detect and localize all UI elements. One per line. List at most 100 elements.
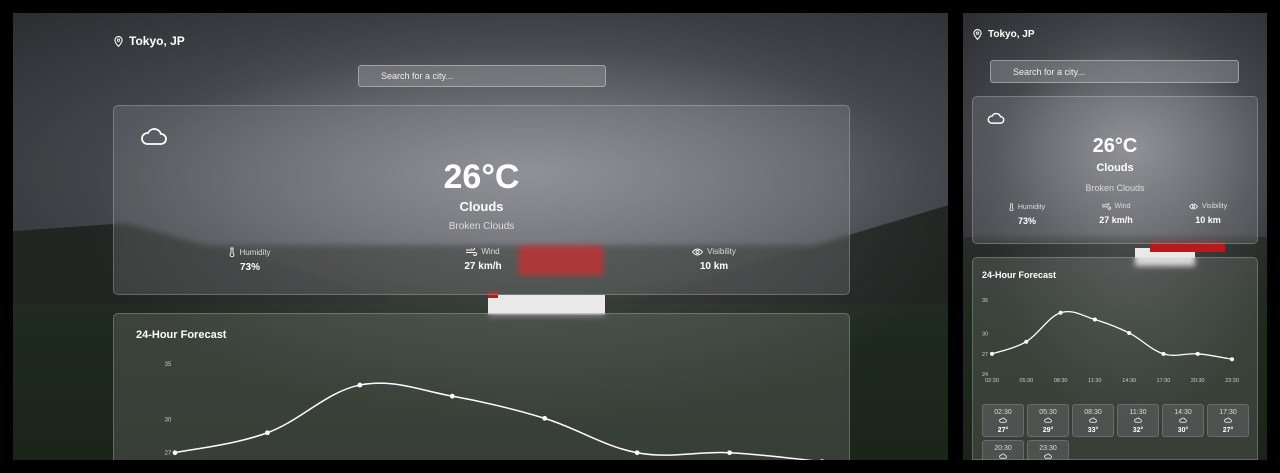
hour-temp: 27°	[1222, 427, 1234, 434]
visibility-value: 10 km	[1195, 215, 1221, 225]
forecast-card: 24-Hour Forecast 27 30 35	[113, 313, 850, 460]
location-label-mobile: Tokyo, JP	[973, 29, 1035, 40]
data-point	[1230, 357, 1234, 362]
temperature-line	[174, 382, 815, 460]
hour-temp: 27°	[997, 427, 1009, 434]
data-point	[820, 459, 824, 460]
cloud-icon	[999, 453, 1007, 459]
hour-temp: 29°	[1042, 427, 1054, 434]
y-tick-label: 35	[982, 298, 988, 304]
y-tick-label: 27	[982, 352, 988, 358]
thermometer-icon	[1009, 203, 1014, 211]
humidity-value: 73%	[239, 262, 260, 273]
wind-icon	[1101, 203, 1111, 210]
cloud-icon	[1044, 417, 1052, 423]
hour-time: 02:30	[994, 409, 1012, 416]
cloud-icon	[1044, 453, 1052, 459]
x-tick-label: 02:30	[985, 378, 999, 384]
current-weather-card-mobile: 26°C Clouds Broken Clouds Humidity 73% W…	[972, 96, 1258, 244]
humidity-value: 73%	[1017, 216, 1036, 226]
search-input[interactable]: Search for a city...	[358, 65, 606, 87]
condition-text: Clouds	[459, 199, 504, 214]
search-input-mobile[interactable]: Search for a city...	[990, 60, 1239, 83]
hour-time: 05:30	[1039, 409, 1057, 416]
location-text: Tokyo, JP	[129, 34, 185, 48]
data-point	[1195, 351, 1200, 356]
hour-time: 11:30	[1129, 409, 1147, 416]
location-pin-icon	[114, 35, 123, 47]
cloud-icon	[1134, 417, 1142, 423]
eye-icon	[692, 248, 704, 255]
y-tick-label: 30	[982, 332, 988, 338]
cloud-icon	[141, 128, 167, 145]
hour-time: 08:30	[1084, 409, 1102, 416]
cloud-icon	[999, 417, 1007, 423]
y-tick-label: 27	[165, 451, 172, 457]
thermometer-icon	[230, 247, 235, 257]
location-text: Tokyo, JP	[988, 29, 1035, 40]
wind-value: 27 km/h	[1099, 215, 1133, 225]
description-text: Broken Clouds	[1085, 183, 1145, 193]
hour-time: 23:30	[1039, 445, 1057, 452]
location-label: Tokyo, JP	[114, 34, 185, 48]
cloud-icon	[1224, 417, 1232, 423]
visibility-stat: Visibility 10 km	[1168, 203, 1248, 225]
hour-time: 20:30	[994, 445, 1012, 452]
wind-stat: Wind 27 km/h	[433, 247, 533, 272]
data-point	[634, 450, 640, 456]
data-point	[172, 450, 178, 456]
x-tick-label: 11:30	[1088, 378, 1101, 384]
data-point	[1161, 351, 1166, 356]
x-tick-label: 23:30	[1225, 378, 1239, 384]
visibility-stat: Visibility 10 km	[664, 247, 764, 272]
data-point	[265, 430, 270, 436]
y-tick-label: 35	[165, 362, 172, 368]
x-tick-label: 14:30	[1122, 378, 1136, 384]
data-point	[990, 351, 994, 356]
data-point	[1024, 339, 1029, 344]
temperature-line	[991, 310, 1233, 360]
hourly-forecast-item: 05:30 29°	[1027, 404, 1069, 437]
forecast-card-mobile: 24-Hour Forecast 24 27 30 35 02:30 05:30 08:30…	[972, 257, 1258, 460]
desktop-view: Tokyo, JP Search for a city... 26°C Clou…	[13, 13, 948, 460]
x-tick-label: 17:30	[1157, 378, 1171, 384]
hour-temp: 33°	[1087, 427, 1099, 434]
hourly-forecast-item: 17:30 27°	[1207, 404, 1249, 437]
visibility-label: Visibility	[707, 247, 736, 256]
data-point	[449, 393, 455, 399]
data-point	[1058, 310, 1063, 315]
cloud-icon	[987, 112, 1005, 124]
forecast-chart: 27 30 35	[165, 362, 824, 460]
visibility-label: Visibility	[1201, 203, 1228, 210]
cloud-icon	[1089, 417, 1097, 423]
humidity-label: Humidity	[1017, 203, 1046, 211]
condition-text: Clouds	[1096, 162, 1134, 174]
wind-value: 27 km/h	[464, 261, 502, 272]
wind-icon	[466, 247, 478, 256]
x-tick-label: 05:30	[1019, 378, 1033, 384]
hour-time: 17:30	[1219, 409, 1237, 416]
description-text: Broken Clouds	[448, 221, 515, 232]
hour-temp: 30°	[1177, 427, 1189, 434]
temperature-value: 26°C	[443, 158, 520, 196]
visibility-value: 10 km	[699, 261, 729, 272]
humidity-stat: Humidity 73%	[200, 247, 300, 273]
cloud-icon	[1179, 417, 1187, 423]
hourly-forecast-item: 02:30 27°	[982, 404, 1024, 437]
hourly-forecast-item: 08:30 33°	[1072, 404, 1114, 437]
eye-icon	[1188, 203, 1198, 210]
location-pin-icon	[973, 29, 982, 40]
current-weather-card: 26°C Clouds Broken Clouds Humidity 73% W…	[113, 105, 850, 295]
forecast-chart: 2427303502:30 05:30 08:30 11:30 14:30 17:30 20…	[982, 298, 1239, 384]
hourly-forecast-item: 11:30 32°	[1117, 404, 1159, 437]
x-tick-label: 20:30	[1191, 378, 1205, 384]
data-point	[1092, 317, 1097, 322]
x-tick-label: 08:30	[1054, 378, 1068, 384]
hourly-forecast-item: 14:30 30°	[1162, 404, 1204, 437]
humidity-label: Humidity	[239, 247, 271, 257]
hourly-forecast-item: 23:30	[1027, 440, 1069, 460]
hour-temp: 32°	[1132, 427, 1144, 434]
hour-time: 14:30	[1174, 409, 1192, 416]
humidity-stat: Humidity 73%	[987, 203, 1067, 226]
wind-stat: Wind 27 km/h	[1076, 203, 1156, 225]
